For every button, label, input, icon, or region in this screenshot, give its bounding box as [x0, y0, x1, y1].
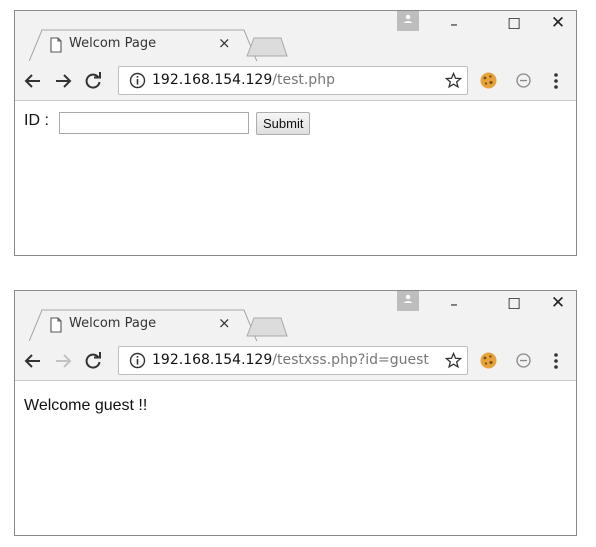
info-icon[interactable]: [129, 352, 146, 369]
submit-button[interactable]: Submit: [256, 112, 311, 135]
back-arrow-icon[interactable]: [23, 71, 43, 91]
title-bar: Welcom Page × – ☐ ✕: [15, 11, 576, 62]
welcome-message: Welcome guest !!: [24, 397, 148, 414]
star-icon[interactable]: [445, 72, 462, 89]
page-icon: [50, 37, 62, 53]
maximize-button[interactable]: ☐: [499, 295, 529, 319]
browser-window-2: Welcom Page × – ☐ ✕ 192.168.154.129/test…: [14, 290, 577, 536]
back-arrow-icon[interactable]: [23, 351, 43, 371]
title-bar: Welcom Page × – ☐ ✕: [15, 291, 576, 342]
tab-title: Welcom Page: [69, 36, 157, 51]
info-icon[interactable]: [129, 72, 146, 89]
menu-icon[interactable]: [551, 351, 561, 371]
url-path: /testxss.php?id=guest: [272, 352, 429, 368]
minimize-button[interactable]: –: [439, 295, 469, 319]
block-icon[interactable]: [515, 72, 532, 89]
tab-close-button[interactable]: ×: [218, 34, 231, 52]
url-text[interactable]: 192.168.154.129/testxss.php?id=guest: [152, 352, 429, 368]
address-bar[interactable]: 192.168.154.129/test.php: [118, 66, 468, 95]
toolbar: 192.168.154.129/testxss.php?id=guest: [15, 341, 576, 381]
reload-icon[interactable]: [83, 71, 103, 91]
address-bar[interactable]: 192.168.154.129/testxss.php?id=guest: [118, 346, 468, 375]
new-tab-button[interactable]: [245, 317, 289, 337]
close-window-button[interactable]: ✕: [543, 13, 573, 37]
page-content: Welcome guest !!: [15, 381, 576, 535]
url-path: /test.php: [272, 72, 335, 88]
page-content: ID : Submit: [15, 101, 576, 255]
menu-icon[interactable]: [551, 71, 561, 91]
browser-window-1: Welcom Page × – ☐ ✕ 192.168.154.129/test…: [14, 10, 577, 256]
profile-icon[interactable]: [397, 291, 419, 311]
url-host: 192.168.154.129: [152, 72, 273, 88]
page-icon: [50, 317, 62, 333]
forward-arrow-icon: [56, 354, 72, 368]
new-tab-button[interactable]: [245, 37, 289, 57]
id-input[interactable]: [59, 112, 249, 134]
cookie-icon[interactable]: [479, 351, 498, 370]
star-icon[interactable]: [445, 352, 462, 369]
forward-arrow-icon[interactable]: [53, 71, 73, 91]
close-window-button[interactable]: ✕: [543, 293, 573, 317]
url-host: 192.168.154.129: [152, 352, 273, 368]
tab-close-button[interactable]: ×: [218, 314, 231, 332]
profile-icon[interactable]: [397, 11, 419, 31]
cookie-icon[interactable]: [479, 71, 498, 90]
toolbar: 192.168.154.129/test.php: [15, 61, 576, 101]
id-label: ID :: [24, 112, 49, 129]
block-icon[interactable]: [515, 352, 532, 369]
minimize-button[interactable]: –: [439, 15, 469, 39]
url-text[interactable]: 192.168.154.129/test.php: [152, 72, 335, 88]
tab-title: Welcom Page: [69, 316, 157, 331]
reload-icon[interactable]: [83, 351, 103, 371]
maximize-button[interactable]: ☐: [499, 15, 529, 39]
